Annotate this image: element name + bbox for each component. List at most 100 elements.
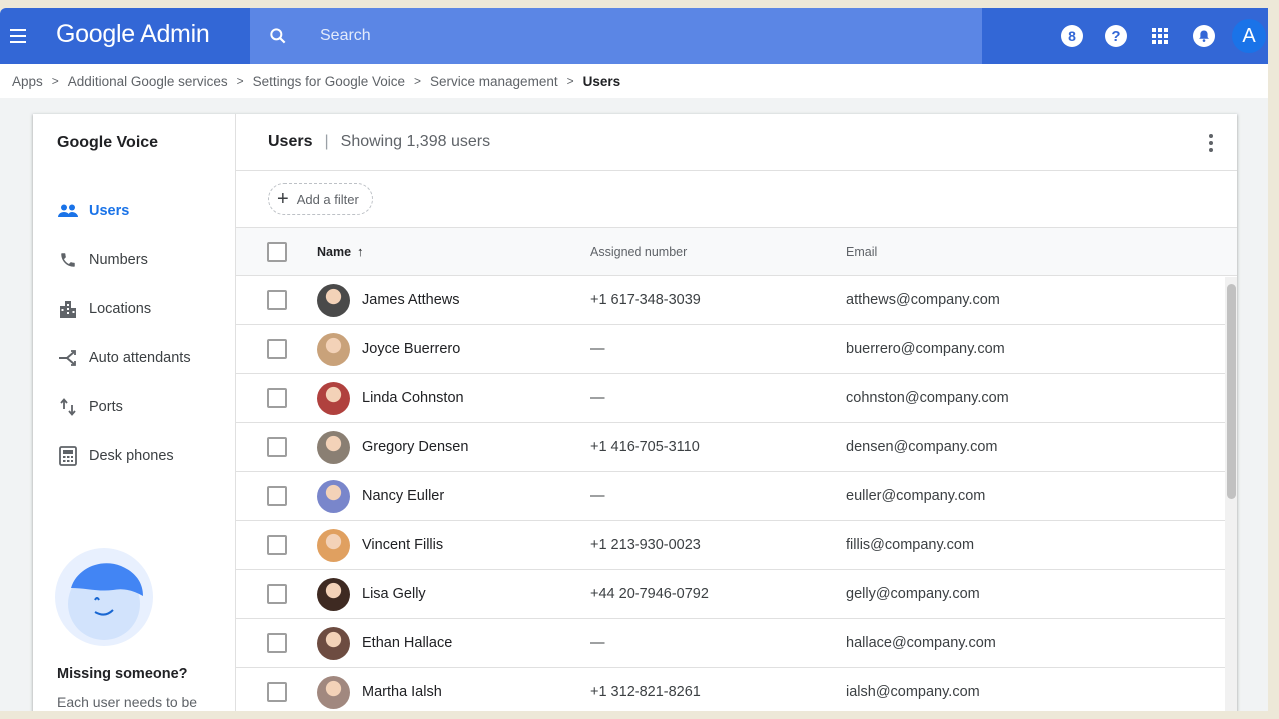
- add-filter-label: Add a filter: [296, 191, 359, 207]
- help-icon[interactable]: ?: [1094, 8, 1138, 64]
- table-row[interactable]: Martha Ialsh +1 312-821-8261 ialsh@compa…: [236, 668, 1237, 711]
- buildings-icon: [57, 299, 79, 319]
- sidebar-item-desk-phones[interactable]: Desk phones: [57, 431, 191, 480]
- breadcrumb-additional-services[interactable]: Additional Google services: [68, 74, 228, 89]
- add-icon: +: [277, 188, 289, 210]
- user-email: euller@company.com: [846, 488, 986, 504]
- search-icon[interactable]: [268, 26, 288, 46]
- table-row[interactable]: Joyce Buerrero — buerrero@company.com: [236, 325, 1237, 374]
- sidebar-item-label: Numbers: [89, 251, 148, 268]
- support-8-icon[interactable]: 8: [1050, 8, 1094, 64]
- sidebar-item-auto-attendants[interactable]: Auto attendants: [57, 333, 191, 382]
- menu-icon[interactable]: [0, 8, 40, 64]
- admin-window: Google Admin 8 ? A: [0, 8, 1268, 711]
- users-panel: Users | Showing 1,398 users + Add a filt…: [236, 114, 1237, 711]
- assigned-number: +1 416-705-3110: [590, 439, 700, 455]
- sidebar-nav: Users Numbers Locations Auto attendants …: [57, 186, 191, 480]
- missing-someone-text: Each user needs to be: [57, 694, 198, 710]
- user-email: ialsh@company.com: [846, 684, 980, 700]
- row-checkbox[interactable]: [267, 535, 287, 555]
- row-checkbox[interactable]: [267, 290, 287, 310]
- missing-user-illustration: [55, 548, 153, 646]
- user-name[interactable]: James Atthews: [362, 292, 460, 308]
- user-name[interactable]: Joyce Buerrero: [362, 341, 460, 357]
- column-name-label: Name: [317, 244, 352, 259]
- swap-vert-icon: [57, 397, 79, 417]
- chevron-right-icon: >: [414, 74, 422, 88]
- assigned-number: —: [590, 390, 605, 406]
- avatar: [317, 626, 350, 660]
- breadcrumb-voice-settings[interactable]: Settings for Google Voice: [253, 74, 405, 89]
- assigned-number: +1 617-348-3039: [590, 292, 701, 308]
- table-row[interactable]: Gregory Densen +1 416-705-3110 densen@co…: [236, 423, 1237, 472]
- more-vert-icon[interactable]: [1201, 132, 1221, 154]
- breadcrumb-service-management[interactable]: Service management: [430, 74, 558, 89]
- add-filter-button[interactable]: + Add a filter: [268, 183, 373, 215]
- assigned-number: —: [590, 488, 605, 504]
- search-bar[interactable]: [250, 8, 982, 64]
- avatar: [317, 332, 350, 366]
- sidebar-item-locations[interactable]: Locations: [57, 284, 191, 333]
- assigned-number: +1 312-821-8261: [590, 684, 701, 700]
- table-row[interactable]: Vincent Fillis +1 213-930-0023 fillis@co…: [236, 521, 1237, 570]
- row-checkbox[interactable]: [267, 682, 287, 702]
- account-avatar[interactable]: A: [1232, 19, 1266, 53]
- avatar: [317, 528, 350, 562]
- sidebar-item-label: Locations: [89, 300, 152, 317]
- search-input[interactable]: [320, 27, 920, 45]
- table-header: Name ↑ Assigned number Email: [236, 228, 1237, 276]
- table-row[interactable]: James Atthews +1 617-348-3039 atthews@co…: [236, 276, 1237, 325]
- scrollbar-thumb[interactable]: [1227, 284, 1236, 499]
- user-name[interactable]: Nancy Euller: [362, 488, 444, 504]
- desk-phone-icon: [57, 445, 79, 466]
- call-split-icon: [57, 348, 79, 368]
- row-checkbox[interactable]: [267, 633, 287, 653]
- user-email: cohnston@company.com: [846, 390, 1009, 406]
- notifications-bell-icon[interactable]: [1182, 8, 1226, 64]
- user-email: gelly@company.com: [846, 586, 980, 602]
- row-checkbox[interactable]: [267, 388, 287, 408]
- sidebar-item-users[interactable]: Users: [57, 186, 191, 235]
- brand-title[interactable]: Google Admin: [56, 8, 210, 64]
- phone-icon: [57, 250, 79, 270]
- column-assigned-number[interactable]: Assigned number: [590, 245, 846, 259]
- user-email: hallace@company.com: [846, 635, 996, 651]
- apps-grid-icon[interactable]: [1138, 8, 1182, 64]
- row-checkbox[interactable]: [267, 339, 287, 359]
- assigned-number: +1 213-930-0023: [590, 537, 701, 553]
- table-row[interactable]: Lisa Gelly +44 20-7946-0792 gelly@compan…: [236, 570, 1237, 619]
- sidebar-item-label: Users: [89, 202, 130, 219]
- select-all-checkbox[interactable]: [267, 241, 287, 262]
- header-divider: |: [324, 133, 329, 150]
- avatar: [317, 577, 350, 611]
- user-name[interactable]: Lisa Gelly: [362, 586, 426, 602]
- sort-ascending-icon[interactable]: ↑: [357, 244, 364, 259]
- row-checkbox[interactable]: [267, 437, 287, 457]
- user-name[interactable]: Gregory Densen: [362, 439, 468, 455]
- row-checkbox[interactable]: [267, 486, 287, 506]
- user-name[interactable]: Martha Ialsh: [362, 684, 442, 700]
- sidebar: Google Voice Users Numbers Locations Aut…: [33, 114, 236, 711]
- missing-someone-title: Missing someone?: [57, 666, 188, 682]
- sidebar-item-numbers[interactable]: Numbers: [57, 235, 191, 284]
- user-name[interactable]: Vincent Fillis: [362, 537, 443, 553]
- chevron-right-icon: >: [566, 74, 574, 88]
- breadcrumb-apps[interactable]: Apps: [12, 74, 43, 89]
- row-checkbox[interactable]: [267, 584, 287, 604]
- user-name[interactable]: Ethan Hallace: [362, 635, 452, 651]
- table-row[interactable]: Ethan Hallace — hallace@company.com: [236, 619, 1237, 668]
- user-name[interactable]: Linda Cohnston: [362, 390, 464, 406]
- user-email: densen@company.com: [846, 439, 998, 455]
- sidebar-item-ports[interactable]: Ports: [57, 382, 191, 431]
- chevron-right-icon: >: [51, 74, 59, 88]
- column-email[interactable]: Email: [846, 245, 1237, 259]
- avatar: [317, 675, 350, 709]
- column-name[interactable]: Name ↑: [317, 244, 590, 259]
- avatar: [317, 479, 350, 513]
- table-row[interactable]: Nancy Euller — euller@company.com: [236, 472, 1237, 521]
- table-row[interactable]: Linda Cohnston — cohnston@company.com: [236, 374, 1237, 423]
- sidebar-item-label: Auto attendants: [89, 349, 191, 366]
- avatar: [317, 283, 350, 317]
- assigned-number: —: [590, 341, 605, 357]
- chevron-right-icon: >: [236, 74, 244, 88]
